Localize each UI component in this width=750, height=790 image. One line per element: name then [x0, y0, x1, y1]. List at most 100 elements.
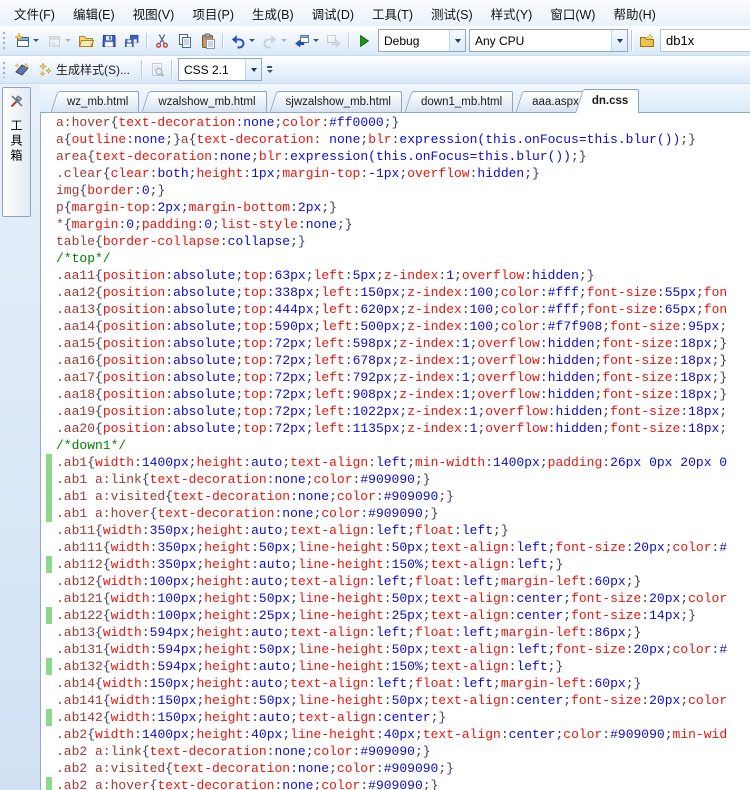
- save-all-button[interactable]: [121, 29, 142, 53]
- code-line-33[interactable]: .ab132{width:594px;height:auto;line-heig…: [41, 658, 750, 675]
- add-item-button[interactable]: [43, 29, 73, 53]
- new-item-button[interactable]: [11, 29, 41, 53]
- selection-margin: [41, 267, 56, 284]
- chevron-down-icon[interactable]: [249, 39, 255, 42]
- menu-style[interactable]: 样式(Y): [482, 0, 542, 28]
- code-line-15[interactable]: .aa16{position:absolute;top:72px;left:67…: [41, 352, 750, 369]
- css-version-combo[interactable]: CSS 2.1: [178, 58, 262, 81]
- code-line-7[interactable]: *{margin:0;padding:0;list-style:none;}: [41, 216, 750, 233]
- code-line-9[interactable]: /*top*/: [41, 250, 750, 267]
- chevron-down-icon[interactable]: [449, 30, 465, 51]
- open-file-button[interactable]: [75, 29, 96, 53]
- code-text: .ab131{width:594px;height:50px;line-heig…: [56, 641, 727, 658]
- tab-sjwzalshow_mb.html[interactable]: sjwzalshow_mb.html: [278, 91, 402, 112]
- code-line-29[interactable]: .ab121{width:100px;height:50px;line-heig…: [41, 590, 750, 607]
- code-line-19[interactable]: .aa20{position:absolute;top:72px;left:11…: [41, 420, 750, 437]
- code-line-28[interactable]: .ab12{width:100px;height:auto;text-align…: [41, 573, 750, 590]
- menu-help[interactable]: 帮助(H): [604, 0, 664, 28]
- menu-project[interactable]: 项目(P): [183, 0, 243, 28]
- toolbar-grip-handle[interactable]: [2, 61, 7, 78]
- chevron-down-icon[interactable]: [33, 39, 39, 42]
- paste-button[interactable]: [197, 29, 218, 53]
- nav-forward-button[interactable]: [323, 29, 344, 53]
- code-line-37[interactable]: .ab2{width:1400px;height:40px;line-heigh…: [41, 726, 750, 743]
- code-line-34[interactable]: .ab14{width:150px;height:auto;text-align…: [41, 675, 750, 692]
- chevron-down-icon[interactable]: [281, 39, 287, 42]
- code-line-12[interactable]: .aa13{position:absolute;top:444px;left:6…: [41, 301, 750, 318]
- menu-debug[interactable]: 调试(D): [303, 0, 363, 28]
- code-line-11[interactable]: .aa12{position:absolute;top:338px;left:1…: [41, 284, 750, 301]
- code-line-18[interactable]: .aa19{position:absolute;top:72px;left:10…: [41, 403, 750, 420]
- code-line-25[interactable]: .ab11{width:350px;height:auto;text-align…: [41, 522, 750, 539]
- build-style-sheet-button[interactable]: [11, 58, 32, 82]
- find-in-files-button[interactable]: [636, 29, 657, 53]
- generate-style-button[interactable]: 生成样式(S)...: [34, 58, 137, 82]
- code-line-27[interactable]: .ab112{width:350px;height:auto;line-heig…: [41, 556, 750, 573]
- change-bar: [41, 488, 56, 505]
- code-line-4[interactable]: .clear{clear:both;height:1px;margin-top:…: [41, 165, 750, 182]
- chevron-down-icon[interactable]: [313, 39, 319, 42]
- code-line-21[interactable]: .ab1{width:1400px;height:auto;text-align…: [41, 454, 750, 471]
- menu-test[interactable]: 测试(S): [422, 0, 482, 28]
- menu-window[interactable]: 窗口(W): [541, 0, 604, 28]
- check-style-button[interactable]: [146, 58, 167, 82]
- code-line-36[interactable]: .ab142{width:150px;height:auto;text-alig…: [41, 709, 750, 726]
- code-line-13[interactable]: .aa14{position:absolute;top:590px;left:5…: [41, 318, 750, 335]
- code-text: area{text-decoration:none;blr:expression…: [56, 148, 587, 165]
- chevron-down-icon[interactable]: [611, 30, 627, 51]
- code-line-39[interactable]: .ab2 a:visited{text-decoration:none;colo…: [41, 760, 750, 777]
- nav-back-button[interactable]: [291, 29, 321, 53]
- solution-configuration-combo[interactable]: Debug: [378, 29, 466, 52]
- undo-button[interactable]: [227, 29, 257, 53]
- menu-tools[interactable]: 工具(T): [363, 0, 422, 28]
- toolbar-grip-handle[interactable]: [2, 31, 7, 50]
- code-line-6[interactable]: p{margin-top:2px;margin-bottom:2px;}: [41, 199, 750, 216]
- solution-platform-combo[interactable]: Any CPU: [469, 29, 628, 52]
- code-line-38[interactable]: .ab2 a:link{text-decoration:none;color:#…: [41, 743, 750, 760]
- start-debug-button[interactable]: [353, 29, 374, 53]
- code-line-10[interactable]: .aa11{position:absolute;top:63px;left:5p…: [41, 267, 750, 284]
- code-line-24[interactable]: .ab1 a:hover{text-decoration:none;color:…: [41, 505, 750, 522]
- save-button[interactable]: [98, 29, 119, 53]
- code-line-3[interactable]: area{text-decoration:none;blr:expression…: [41, 148, 750, 165]
- code-line-14[interactable]: .aa15{position:absolute;top:72px;left:59…: [41, 335, 750, 352]
- code-line-2[interactable]: a{outline:none;}a{text-decoration: none;…: [41, 131, 750, 148]
- cut-button[interactable]: [151, 29, 172, 53]
- chevron-down-icon[interactable]: [65, 39, 71, 42]
- code-line-16[interactable]: .aa17{position:absolute;top:72px;left:79…: [41, 369, 750, 386]
- toolbox-tab[interactable]: 工具箱: [2, 87, 31, 217]
- code-line-32[interactable]: .ab131{width:594px;height:50px;line-heig…: [41, 641, 750, 658]
- toolbar-options-button[interactable]: [264, 59, 275, 81]
- tab-wz_mb.html[interactable]: wz_mb.html: [59, 91, 139, 112]
- menu-edit[interactable]: 编辑(E): [64, 0, 124, 28]
- code-line-23[interactable]: .ab1 a:visited{text-decoration:none;colo…: [41, 488, 750, 505]
- code-line-1[interactable]: a:hover{text-decoration:none;color:#ff00…: [41, 114, 750, 131]
- code-text: .ab11{width:350px;height:auto;text-align…: [56, 522, 509, 539]
- code-line-30[interactable]: .ab122{width:100px;height:25px;line-heig…: [41, 607, 750, 624]
- code-line-35[interactable]: .ab141{width:150px;height:50px;line-heig…: [41, 692, 750, 709]
- tab-dn.css[interactable]: dn.css: [584, 89, 639, 113]
- code-line-20[interactable]: /*down1*/: [41, 437, 750, 454]
- menu-build[interactable]: 生成(B): [243, 0, 303, 28]
- menu-view[interactable]: 视图(V): [124, 0, 184, 28]
- find-input[interactable]: [661, 33, 750, 48]
- toolbar-separator: [141, 60, 142, 79]
- selection-margin: [41, 386, 56, 403]
- code-line-17[interactable]: .aa18{position:absolute;top:72px;left:90…: [41, 386, 750, 403]
- code-line-5[interactable]: img{border:0;}: [41, 182, 750, 199]
- code-editor[interactable]: a:hover{text-decoration:none;color:#ff00…: [40, 112, 750, 790]
- redo-button[interactable]: [259, 29, 289, 53]
- menu-file[interactable]: 文件(F): [5, 0, 64, 28]
- code-line-31[interactable]: .ab13{width:594px;height:auto;text-align…: [41, 624, 750, 641]
- menu-bar: 文件(F)编辑(E)视图(V)项目(P)生成(B)调试(D)工具(T)测试(S)…: [0, 0, 750, 26]
- tab-down1_mb.html[interactable]: down1_mb.html: [413, 91, 513, 112]
- copy-button[interactable]: [174, 29, 195, 53]
- code-line-22[interactable]: .ab1 a:link{text-decoration:none;color:#…: [41, 471, 750, 488]
- change-bar: [41, 777, 56, 790]
- tab-wzalshow_mb.html[interactable]: wzalshow_mb.html: [150, 91, 266, 112]
- code-line-26[interactable]: .ab111{width:350px;height:50px;line-heig…: [41, 539, 750, 556]
- chevron-down-icon[interactable]: [245, 59, 261, 80]
- code-text: .aa20{position:absolute;top:72px;left:11…: [56, 420, 727, 437]
- code-line-40[interactable]: .ab2 a:hover{text-decoration:none;color:…: [41, 777, 750, 790]
- code-line-8[interactable]: table{border-collapse:collapse;}: [41, 233, 750, 250]
